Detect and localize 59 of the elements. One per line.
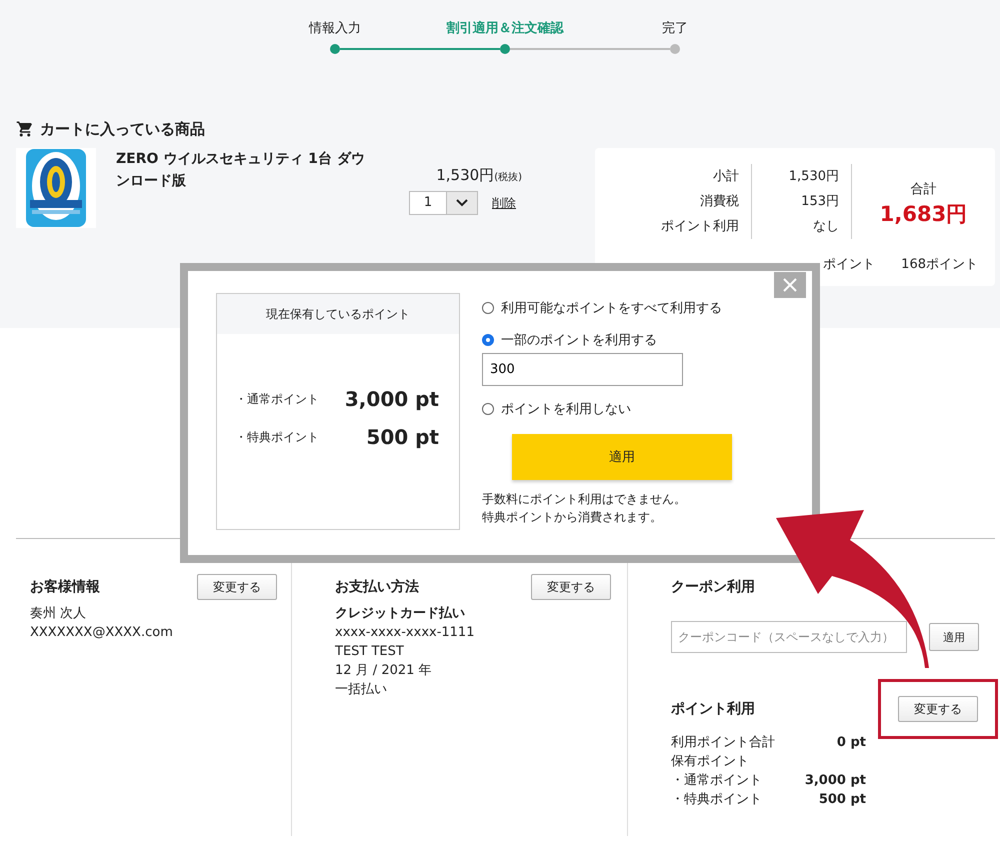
option-label: ポイントを利用しない (501, 401, 631, 418)
section-heading: クーポン利用 (671, 578, 755, 596)
total-amount: 1,683円 (880, 202, 968, 226)
summary-value: 153円 (801, 193, 839, 211)
balance-label: ・特典ポイント (235, 428, 319, 446)
points-label: ポイント (823, 256, 876, 273)
note-text: 手数料にポイント利用はできません。 (482, 491, 686, 508)
summary-label: ポイント利用 (661, 218, 739, 236)
cart-heading: カートに入っている商品 (40, 120, 205, 138)
balance-value: 3,000 pt (344, 387, 439, 411)
payment-method: クレジットカード払い (335, 605, 466, 623)
change-button[interactable]: 変更する (531, 574, 611, 600)
section-heading: ポイント利用 (671, 700, 755, 718)
points-row-label: 利用ポイント合計 (671, 734, 776, 752)
apply-button[interactable]: 適用 (512, 434, 732, 480)
payment-info-text: TEST TEST (335, 643, 405, 661)
section-heading: お支払い方法 (335, 578, 419, 596)
coupon-field[interactable]: クーポンコード（スペースなしで入力） (671, 621, 907, 653)
apply-button[interactable]: 適用 (929, 623, 979, 651)
points-value: 168ポイント (901, 256, 978, 273)
summary-value: 1,530円 (788, 168, 839, 186)
balance-label: ・通常ポイント (235, 390, 319, 408)
payment-info-text: 12 月 / 2021 年 (335, 662, 433, 680)
radio-button[interactable] (482, 403, 494, 415)
cart-icon (16, 120, 34, 138)
chevron-down-icon (456, 199, 468, 207)
balance-value: 500 pt (366, 425, 439, 449)
customer-info-text: 奏州 次人 (30, 605, 88, 623)
section-heading: お客様情報 (30, 578, 100, 596)
customer-info-text: XXXXXXX@XXXX.com (30, 624, 174, 642)
points-row-value: 3,000 pt (804, 772, 866, 790)
option-label: 一部のポイントを利用する (501, 332, 657, 349)
change-button[interactable]: 変更する (197, 574, 277, 600)
points-row-label: 保有ポイント (671, 753, 750, 771)
product-name: ZERO ウイルスセキュリティ 1台 ダウンロード版 (116, 150, 366, 191)
option-label: 利用可能なポイントをすべて利用する (501, 300, 722, 317)
points-row-value: 500 pt (818, 791, 866, 809)
points-row-label: ・通常ポイント (671, 772, 763, 790)
change-button[interactable]: 変更する (898, 696, 978, 722)
radio-button[interactable] (482, 302, 494, 314)
payment-info-text: 一括払い (335, 681, 388, 699)
quantity-select[interactable]: 1 (409, 191, 478, 215)
step-label: 割引適用＆注文確認 (446, 20, 564, 38)
points-row-value: 0 pt (836, 734, 866, 752)
payment-info-text: xxxx-xxxx-xxxx-1111 (335, 624, 476, 642)
summary-value: なし (813, 218, 839, 236)
summary-label: 消費税 (700, 193, 739, 211)
note-text: 特典ポイントから消費されます。 (482, 509, 663, 526)
step-label: 完了 (662, 20, 688, 38)
panel-heading: 現在保有しているポイント (217, 294, 459, 334)
product-price: 1,530円(税抜) (436, 166, 522, 185)
delete-link[interactable]: 削除 (492, 194, 516, 212)
total-label: 合計 (910, 180, 936, 198)
points-row-label: ・特典ポイント (671, 791, 763, 809)
close-icon (783, 278, 797, 292)
summary-label: 小計 (713, 168, 739, 186)
step-label: 情報入力 (309, 20, 361, 38)
points-amount-field[interactable]: 300 (482, 353, 683, 386)
radio-button[interactable] (482, 334, 494, 346)
